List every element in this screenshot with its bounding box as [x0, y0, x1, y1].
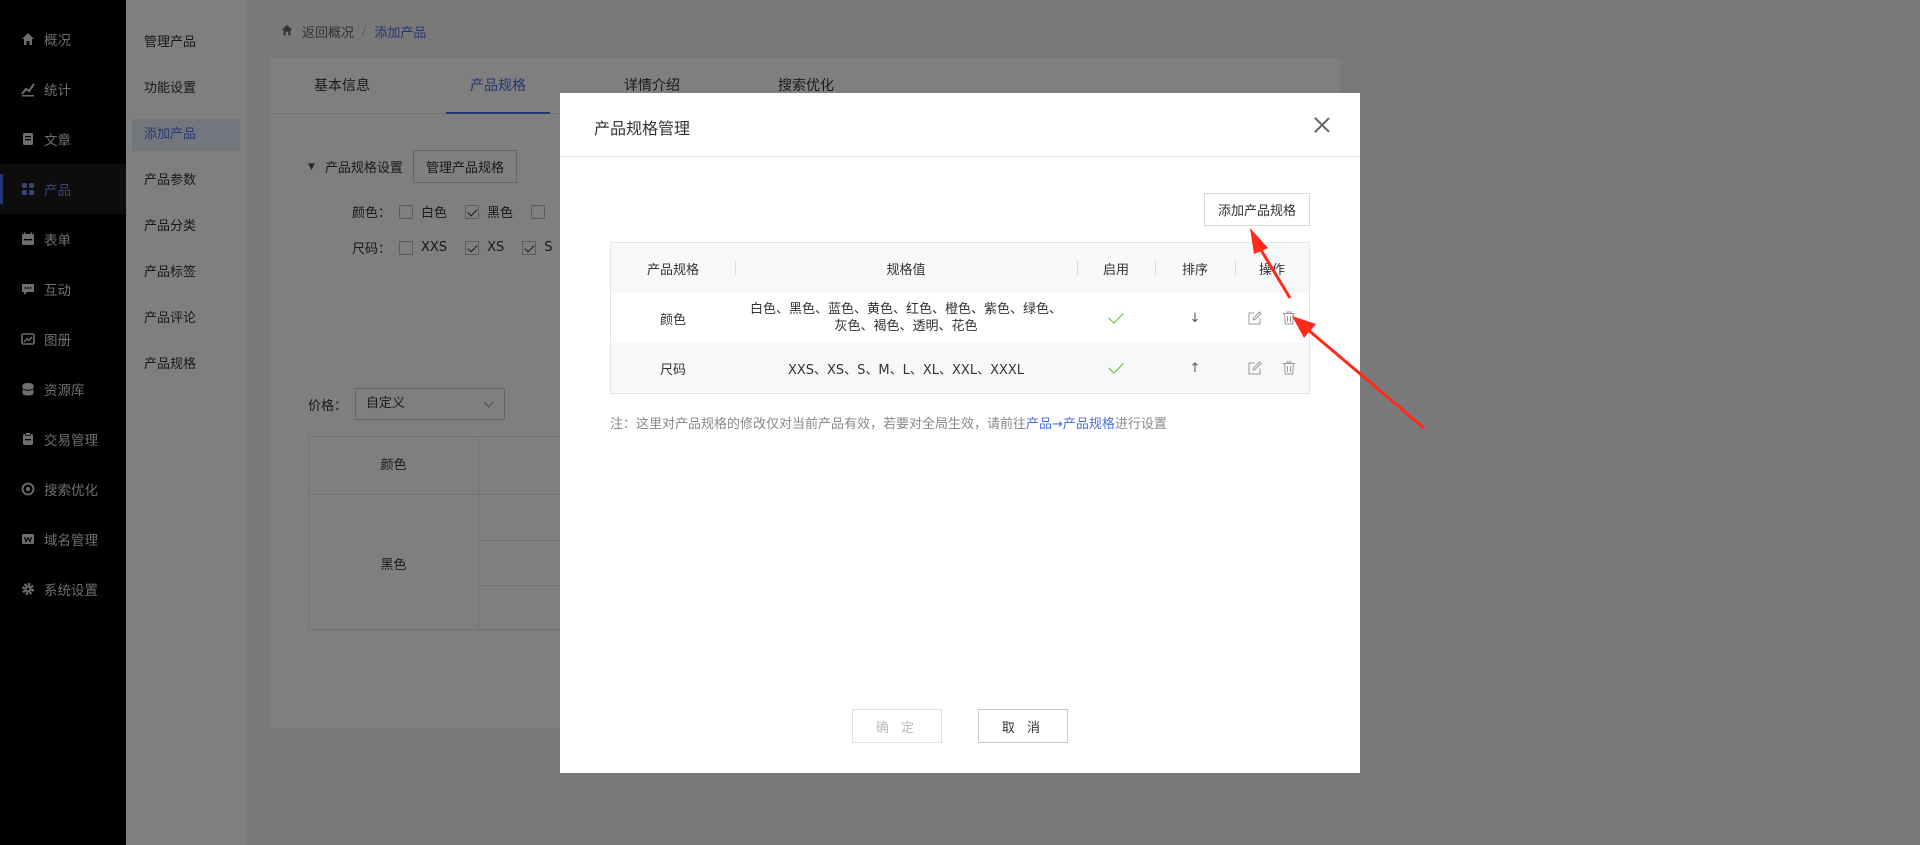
- col-header-spec: 产品规格: [646, 262, 699, 278]
- col-header-enabled: 启用: [1102, 262, 1129, 278]
- cancel-button[interactable]: 取 消: [978, 709, 1068, 743]
- col-header-actions: 操作: [1258, 262, 1285, 278]
- col-header-values: 规格值: [886, 262, 926, 278]
- modal-title: 产品规格管理: [594, 119, 691, 138]
- spec-manage-modal: 产品规格管理 添加产品规格 产品规格 规格值 启用 排序 操作 颜色 白色、黑色…: [560, 93, 1360, 773]
- delete-icon[interactable]: [1281, 360, 1297, 376]
- cell-sort[interactable]: ↑: [1155, 343, 1235, 393]
- cell-enabled[interactable]: [1077, 343, 1155, 393]
- cell-spec-values: XXS、XS、S、M、L、XL、XXL、XXXL: [787, 362, 1025, 378]
- add-spec-button[interactable]: 添加产品规格: [1204, 193, 1310, 226]
- cell-actions: [1235, 343, 1309, 393]
- product-spec-link[interactable]: 产品→产品规格: [1026, 417, 1115, 432]
- arrow-down-icon[interactable]: ↓: [1190, 311, 1201, 326]
- edit-icon[interactable]: [1247, 310, 1263, 326]
- col-header-sort: 排序: [1181, 262, 1208, 278]
- table-header-row: 产品规格 规格值 启用 排序 操作: [611, 243, 1309, 293]
- cell-spec-name: 颜色: [659, 312, 686, 328]
- cell-actions: [1235, 293, 1309, 343]
- confirm-button[interactable]: 确 定: [852, 709, 942, 743]
- table-row: 颜色 白色、黑色、蓝色、黄色、红色、橙色、紫色、绿色、灰色、褐色、透明、花色 ↓: [611, 293, 1309, 343]
- arrow-up-icon[interactable]: ↑: [1190, 361, 1201, 376]
- table-row: 尺码 XXS、XS、S、M、L、XL、XXL、XXXL ↑: [611, 343, 1309, 393]
- cell-sort[interactable]: ↓: [1155, 293, 1235, 343]
- check-icon: [1108, 308, 1124, 324]
- note-prefix: 注：这里对产品规格的修改仅对当前产品有效，若要对全局生效，请前往: [610, 417, 1027, 432]
- note-suffix: 进行设置: [1114, 417, 1167, 432]
- cell-spec-values: 白色、黑色、蓝色、黄色、红色、橙色、紫色、绿色、灰色、褐色、透明、花色: [749, 302, 1062, 334]
- check-icon: [1108, 358, 1124, 374]
- spec-note: 注：这里对产品规格的修改仅对当前产品有效，若要对全局生效，请前往产品→产品规格进…: [610, 413, 1167, 432]
- spec-table: 产品规格 规格值 启用 排序 操作 颜色 白色、黑色、蓝色、黄色、红色、橙色、紫…: [610, 242, 1310, 394]
- cell-enabled[interactable]: [1077, 293, 1155, 343]
- cell-spec-name: 尺码: [659, 362, 686, 378]
- delete-icon[interactable]: [1281, 310, 1297, 326]
- modal-header: 产品规格管理: [560, 93, 1360, 157]
- close-icon[interactable]: [1314, 117, 1330, 133]
- edit-icon[interactable]: [1247, 360, 1263, 376]
